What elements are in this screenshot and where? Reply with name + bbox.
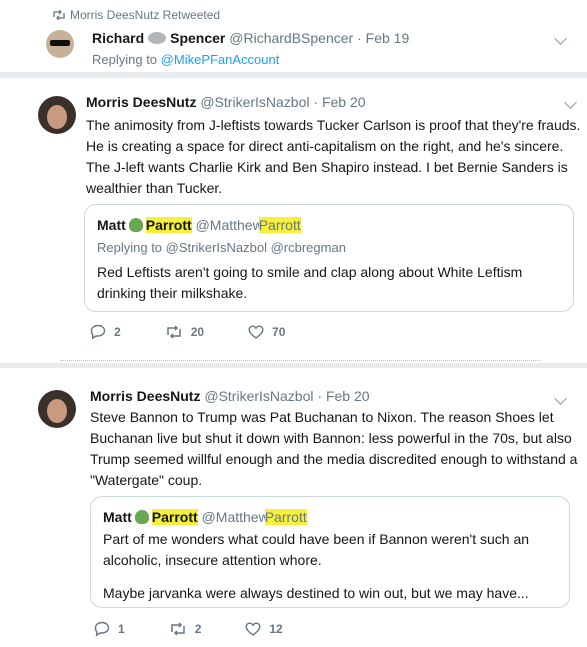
tweet-line: Trump seemed willful enough and the medi… (90, 451, 578, 467)
retweet-count: 20 (190, 324, 205, 339)
tweet-date[interactable]: · Feb 20 (317, 388, 369, 404)
tweet-header: Morris DeesNutz @StrikerIsNazbol · Feb 2… (90, 388, 370, 404)
quoted-line: Maybe jarvanka were always destined to w… (103, 585, 529, 601)
quoted-line: Part of me wonders what could have been … (103, 531, 530, 547)
retweet-button[interactable]: 20 (165, 325, 204, 339)
tweet-line: He is creating a space for direct anti-c… (86, 138, 564, 154)
quoted-handle-prefix: @Matthew (195, 217, 263, 233)
retweet-label: Morris DeesNutz Retweeted (70, 8, 221, 22)
tweet-text: Steve Bannon to Trump was Pat Buchanan t… (90, 407, 577, 491)
avatar[interactable] (38, 96, 76, 134)
sunglasses-icon (50, 40, 70, 46)
quoted-line: drinking their milkshake. (97, 285, 248, 301)
reply-button[interactable]: 1 (94, 621, 125, 636)
quoted-author-first: Matt (97, 217, 126, 233)
quoted-author-last: Parrott (145, 217, 192, 233)
like-button[interactable]: 12 (245, 621, 283, 636)
retweet-context: Morris DeesNutz Retweeted (53, 8, 221, 22)
replying-to-row: Replying to @MikePFanAccount (92, 52, 279, 67)
author-first-name[interactable]: Richard (92, 30, 144, 46)
quoted-text: Part of me wonders what could have been … (103, 529, 529, 604)
retweet-button[interactable]: 2 (169, 621, 202, 636)
retweet-author-row: Richard Spencer @RichardBSpencer · Feb 19 (92, 30, 409, 46)
like-button[interactable]: 70 (248, 325, 285, 339)
tweet-line: wealthier than Tucker. (86, 180, 223, 196)
quoted-text: Red Leftists aren't going to smile and c… (97, 262, 522, 304)
tweet-date[interactable]: · Feb 20 (313, 94, 365, 110)
retweet-icon (170, 621, 185, 636)
quoted-handle-prefix: @Matthew (201, 509, 269, 525)
quoted-line: alcoholic, insecure attention whore. (103, 552, 322, 568)
reply-count: 2 (114, 324, 121, 339)
avatar[interactable] (38, 390, 76, 428)
like-count: 12 (269, 621, 283, 636)
like-count: 70 (272, 324, 286, 339)
author-handle[interactable]: @StrikerIsNazbol (204, 388, 313, 404)
chevron-down-icon[interactable] (554, 392, 567, 405)
tweet-actions: 1 2 12 (94, 621, 327, 636)
quoted-tweet[interactable]: Matt Parrott @MatthewParrott Replying to … (84, 204, 574, 312)
retweet-panel: Morris DeesNutz Retweeted Richard Spencer… (0, 0, 587, 72)
author-handle[interactable]: @RichardBSpencer (229, 30, 353, 46)
quoted-tweet[interactable]: Matt Parrott @MatthewParrott Part of me w… (90, 496, 570, 608)
author-handle[interactable]: @StrikerIsNazbol (200, 94, 309, 110)
replying-prefix: Replying to (92, 52, 158, 67)
tweet-actions: 2 20 70 (90, 324, 329, 339)
replying-handle-link[interactable]: @MikePFanAccount (161, 52, 280, 67)
tweet-header: Morris DeesNutz @StrikerIsNazbol · Feb 2… (86, 94, 366, 110)
quoted-line: Red Leftists aren't going to smile and c… (97, 264, 523, 280)
heart-icon (248, 324, 264, 339)
reply-button[interactable]: 2 (90, 324, 121, 339)
retweet-icon (166, 324, 181, 339)
divider (60, 360, 540, 361)
tweet-line: "Watergate" coup. (90, 472, 203, 488)
quoted-handle-highlight: Parrott (264, 509, 307, 525)
heart-icon (245, 621, 261, 636)
retweet-count: 2 (194, 621, 202, 636)
tweet-panel-2: Morris DeesNutz @StrikerIsNazbol · Feb 2… (0, 368, 587, 647)
tweet-line: Buchanan live but shut it down with Bann… (90, 430, 572, 446)
reply-icon (94, 621, 110, 636)
tweet-panel-1: Morris DeesNutz @StrikerIsNazbol · Feb 2… (0, 78, 587, 363)
quoted-author-row: Matt Parrott @MatthewParrott (97, 217, 301, 233)
tweet-date[interactable]: · Feb 19 (357, 30, 409, 46)
quoted-author-last: Parrott (151, 509, 198, 525)
chevron-down-icon[interactable] (554, 32, 567, 45)
tweet-line: The animosity from J-leftists towards Tu… (86, 117, 581, 133)
chevron-down-icon[interactable] (564, 96, 577, 109)
reply-count: 1 (118, 621, 125, 636)
author-last-name[interactable]: Spencer (170, 30, 225, 46)
author-name[interactable]: Morris DeesNutz (90, 388, 200, 404)
quoted-author-row: Matt Parrott @MatthewParrott (103, 509, 307, 525)
retweet-icon (53, 10, 65, 20)
quoted-author-first: Matt (103, 509, 132, 525)
avatar[interactable] (46, 30, 74, 58)
dove-icon (148, 32, 167, 44)
quoted-handle-highlight: Parrott (258, 217, 301, 233)
tweet-line: The J-left wants Charlie Kirk and Ben Sh… (86, 159, 568, 175)
frog-icon (128, 218, 143, 232)
tweet-text: The animosity from J-leftists towards Tu… (86, 115, 580, 199)
author-name[interactable]: Morris DeesNutz (86, 94, 196, 110)
frog-icon (134, 510, 149, 524)
tweet-line: Steve Bannon to Trump was Pat Buchanan t… (90, 409, 554, 425)
quoted-replying: Replying to @StrikerIsNazbol @rcbregman (97, 240, 346, 255)
reply-icon (90, 324, 106, 339)
